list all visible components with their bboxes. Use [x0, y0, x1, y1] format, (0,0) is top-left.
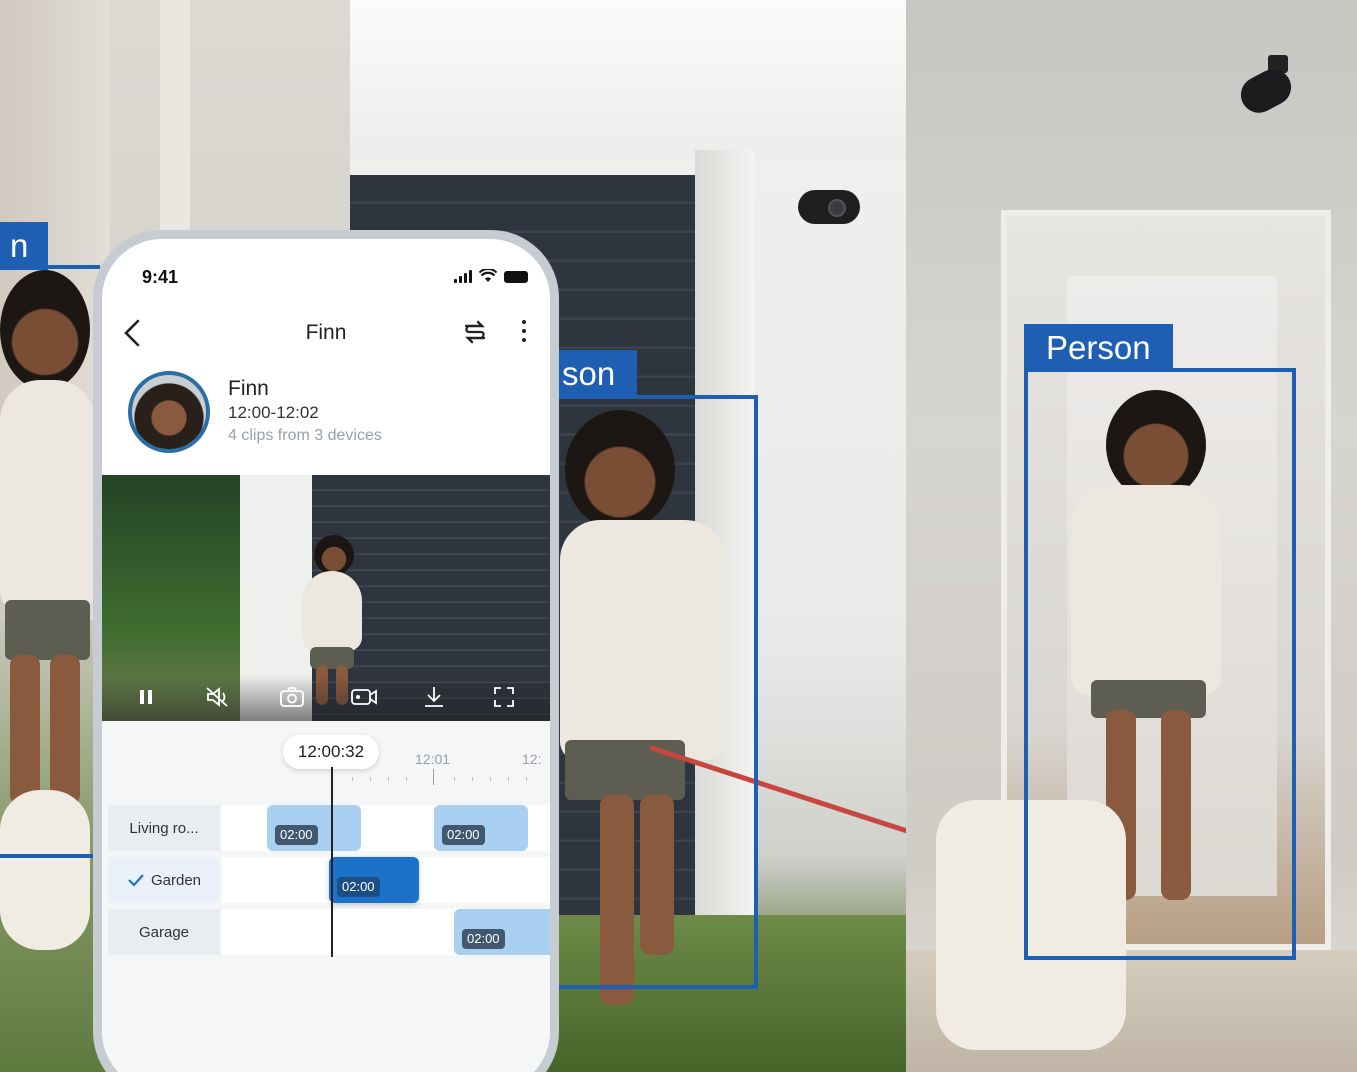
- swap-icon[interactable]: [460, 317, 490, 347]
- clip-track: 02:00 02:00: [222, 805, 550, 851]
- profile-clips-summary: 4 clips from 3 devices: [228, 427, 382, 444]
- mute-icon[interactable]: [202, 681, 234, 713]
- wifi-icon: [479, 269, 497, 282]
- outdoor-camera: [798, 190, 860, 224]
- device-label[interactable]: Living ro...: [108, 805, 220, 851]
- tick: [370, 777, 371, 781]
- device-label[interactable]: Garage: [108, 909, 220, 955]
- detection-box-left-bottom: [0, 854, 100, 858]
- detection-box-indoor: [1024, 368, 1296, 960]
- more-vertical-icon[interactable]: [516, 315, 532, 349]
- battery-icon: [504, 271, 528, 283]
- phone-mockup: 9:41 Finn Finn 12:00-12:02 4 clips from …: [93, 230, 559, 1072]
- clip[interactable]: 02:00: [434, 805, 528, 851]
- record-icon[interactable]: [348, 681, 380, 713]
- timeline[interactable]: 12:01 12: 12:00:32 Living ro... 02:00 02…: [102, 721, 550, 1072]
- tick: [454, 777, 455, 781]
- snapshot-icon[interactable]: [276, 681, 308, 713]
- detection-label-indoor: Person: [1024, 324, 1173, 372]
- clip-track: 02:00: [222, 909, 550, 955]
- status-icons: [454, 269, 528, 283]
- indoor-camera-scene: Person: [906, 0, 1357, 1072]
- clip-duration: 02:00: [442, 825, 485, 845]
- timeline-row-garden: Garden 02:00: [102, 857, 550, 903]
- tick: [406, 777, 407, 781]
- device-label: Garden: [150, 871, 202, 889]
- video-controls: [102, 677, 550, 713]
- detection-box-left-edge: [0, 265, 100, 269]
- playhead[interactable]: [331, 767, 333, 957]
- tick: [490, 777, 491, 781]
- video-player[interactable]: [102, 475, 550, 721]
- profile-header: Finn 12:00-12:02 4 clips from 3 devices: [102, 367, 550, 477]
- nav-bar: Finn: [102, 307, 550, 357]
- indoor-camera: [1234, 55, 1302, 125]
- person-left: [0, 270, 100, 830]
- current-time-badge: 12:00:32: [283, 735, 379, 769]
- fullscreen-icon[interactable]: [488, 681, 520, 713]
- tick-label: 12:01: [415, 751, 451, 767]
- tick: [388, 777, 389, 781]
- tick: [433, 769, 434, 785]
- clip-duration: 02:00: [275, 825, 318, 845]
- clip-track: 02:00: [222, 857, 550, 903]
- tick: [508, 777, 509, 781]
- profile-time-range: 12:00-12:02: [228, 403, 319, 422]
- tick: [472, 777, 473, 781]
- clip-duration: 02:00: [462, 929, 505, 949]
- clip[interactable]: 02:00: [454, 909, 550, 955]
- profile-name: Finn: [228, 377, 269, 400]
- dog-left: [0, 790, 90, 950]
- marketing-scene: n son Person 9:41 Finn Finn 12:00-12:02 …: [0, 0, 1357, 1072]
- signal-icon: [454, 270, 472, 283]
- clip-selected[interactable]: 02:00: [329, 857, 419, 903]
- tick-label: 12:: [522, 751, 542, 767]
- garage-wall: [350, 0, 906, 160]
- download-icon[interactable]: [418, 681, 450, 713]
- tick: [352, 777, 353, 781]
- status-time: 9:41: [142, 267, 179, 287]
- tick: [526, 777, 527, 781]
- detection-label-left: n: [0, 222, 49, 270]
- pause-icon[interactable]: [130, 681, 162, 713]
- timeline-row-living-room: Living ro... 02:00 02:00: [102, 805, 550, 851]
- status-bar: 9:41: [102, 239, 550, 309]
- phone-screen: 9:41 Finn Finn 12:00-12:02 4 clips from …: [102, 239, 550, 1072]
- timeline-row-garage: Garage 02:00: [102, 909, 550, 955]
- avatar: [128, 371, 210, 453]
- clip-duration: 02:00: [337, 877, 380, 897]
- check-icon: [128, 874, 144, 887]
- device-label-garden[interactable]: Garden: [108, 857, 220, 903]
- clip[interactable]: 02:00: [267, 805, 361, 851]
